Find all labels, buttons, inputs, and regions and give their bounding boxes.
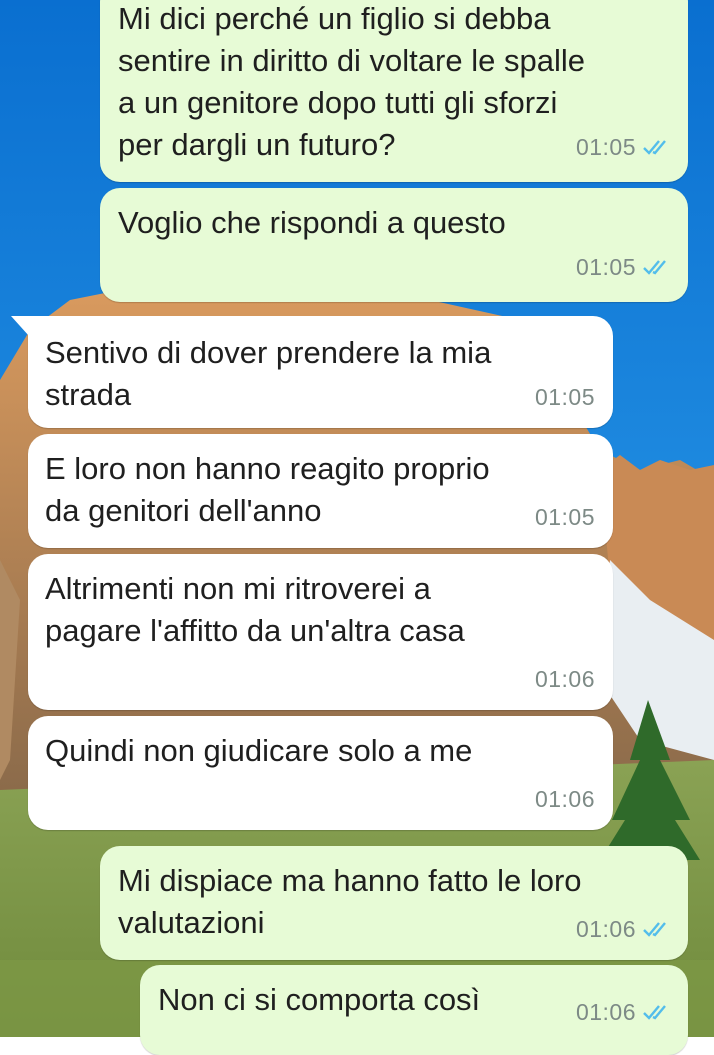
message-time: 01:06 bbox=[575, 999, 636, 1025]
double-check-read-icon bbox=[643, 922, 666, 937]
message-text: E loro non hanno reagito proprio da geni… bbox=[45, 451, 490, 528]
message-time: 01:05 bbox=[534, 384, 595, 410]
incoming-message[interactable]: Altrimenti non mi ritroverei a pagare l'… bbox=[28, 554, 613, 710]
message-time: 01:06 bbox=[534, 666, 595, 692]
incoming-message[interactable]: E loro non hanno reagito proprio da geni… bbox=[28, 434, 613, 548]
double-check-read-icon bbox=[643, 260, 666, 275]
message-time: 01:06 bbox=[534, 786, 595, 812]
message-meta: 01:05 bbox=[576, 126, 672, 168]
message-time: 01:05 bbox=[575, 254, 636, 280]
message-meta: 01:05 bbox=[535, 496, 595, 538]
double-check-read-icon bbox=[643, 140, 666, 155]
message-meta: 01:05 bbox=[576, 246, 672, 288]
message-text: Altrimenti non mi ritroverei a pagare l'… bbox=[45, 571, 465, 648]
bubble-tail bbox=[11, 316, 29, 336]
message-time: 01:05 bbox=[534, 504, 595, 530]
double-check-read-icon bbox=[643, 1005, 666, 1020]
message-time: 01:06 bbox=[575, 916, 636, 942]
message-meta: 01:06 bbox=[535, 778, 595, 820]
incoming-message[interactable]: Sentivo di dover prendere la mia strada … bbox=[11, 316, 613, 428]
message-list[interactable]: Mi dici perché un figlio si debba sentir… bbox=[0, 0, 714, 1055]
message-meta: 01:06 bbox=[576, 908, 672, 950]
message-text: Sentivo di dover prendere la mia strada bbox=[45, 335, 492, 412]
message-text: Quindi non giudicare solo a me bbox=[45, 733, 473, 768]
outgoing-message[interactable]: Mi dici perché un figlio si debba sentir… bbox=[100, 0, 688, 182]
message-meta: 01:06 bbox=[576, 991, 672, 1033]
message-time: 01:05 bbox=[575, 134, 636, 160]
outgoing-message[interactable]: Non ci si comporta così 01:06 bbox=[140, 965, 688, 1055]
message-text: Voglio che rispondi a questo bbox=[118, 205, 506, 240]
outgoing-message[interactable]: Mi dispiace ma hanno fatto le loro valut… bbox=[100, 846, 688, 960]
message-meta: 01:06 bbox=[535, 658, 595, 700]
outgoing-message[interactable]: Voglio che rispondi a questo 01:05 bbox=[100, 188, 688, 302]
incoming-message[interactable]: Quindi non giudicare solo a me 01:06 bbox=[28, 716, 613, 830]
message-meta: 01:05 bbox=[535, 376, 595, 418]
